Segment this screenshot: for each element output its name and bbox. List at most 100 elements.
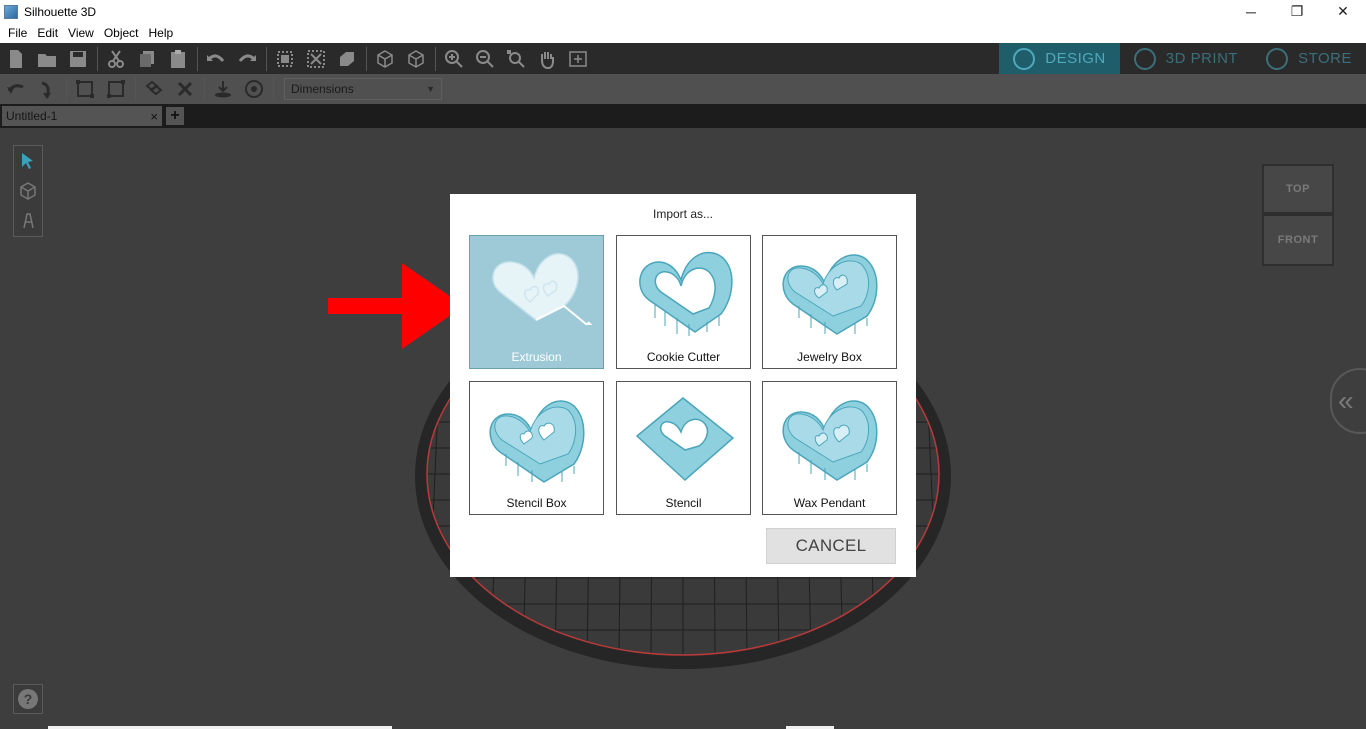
window-title: Silhouette 3D [24,4,97,19]
app-logo-icon [4,4,18,19]
store-icon [1266,47,1289,70]
tab-design[interactable]: DESIGN [999,43,1120,74]
menu-bar: File Edit View Object Help [0,23,1366,43]
stencil-box-preview-icon [489,400,585,483]
cube-outline-icon[interactable] [373,48,397,70]
option-stencil-label: Stencil [665,496,702,510]
drop-to-floor-icon[interactable] [211,78,235,100]
menu-help[interactable]: Help [144,26,179,40]
option-stencil-box-label: Stencil Box [506,496,567,510]
toolbar-divider [135,77,136,101]
pan-hand-icon[interactable] [535,48,559,70]
option-wax-pendant-label: Wax Pendant [793,496,866,510]
toolbar-divider [97,46,98,71]
group-icon[interactable] [273,48,297,70]
tab-store-label: STORE [1298,50,1352,67]
menu-file[interactable]: File [3,26,32,40]
close-tab-icon[interactable]: × [150,109,158,124]
print-icon [1133,47,1156,70]
help-button[interactable]: ? [13,684,43,714]
copy-icon[interactable] [135,48,159,70]
doc-tab-label: Untitled-1 [6,109,58,123]
left-tool-panel [13,145,43,237]
paste-icon[interactable] [166,48,190,70]
menu-edit[interactable]: Edit [32,26,63,40]
ungroup-icon[interactable] [304,48,328,70]
grid-line [953,293,971,655]
menu-view[interactable]: View [63,26,99,40]
zoom-fit-icon[interactable] [504,48,528,70]
toolbar-divider [366,46,367,71]
document-tab-strip: Untitled-1 × + [0,104,1366,128]
chevron-down-icon: ▼ [426,84,435,94]
help-icon: ? [18,689,38,709]
dimensions-label: Dimensions [291,82,354,96]
red-arrow-annotation [328,263,464,349]
cancel-button[interactable]: CANCEL [766,528,896,564]
tab-3d-print[interactable]: 3D PRINT [1120,43,1252,74]
center-icon[interactable] [242,78,266,100]
extrusion-preview-icon [492,253,593,325]
dialog-title: Import as... [652,207,714,221]
fit-page-icon[interactable] [566,48,590,70]
undo-icon[interactable] [204,48,228,70]
save-icon[interactable] [66,48,90,70]
toolbar-divider [273,77,274,101]
toolbar-divider [204,77,205,101]
option-extrusion[interactable]: Extrusion [469,235,604,369]
new-file-icon[interactable] [4,48,28,70]
view-cube-top[interactable]: TOP [1262,164,1334,214]
grid-line [983,293,1003,655]
rotate-left-icon[interactable] [4,78,28,100]
toolbar-divider [435,46,436,71]
option-cookie-cutter[interactable]: Cookie Cutter [616,235,751,369]
toolbar-divider [266,46,267,71]
view-cube[interactable]: TOP FRONT [1260,164,1336,268]
menu-object[interactable]: Object [99,26,144,40]
tab-untitled-1[interactable]: Untitled-1 × [2,106,162,126]
view-cube-front[interactable]: FRONT [1262,214,1334,266]
mode-tabs: DESIGN 3D PRINT STORE [999,43,1366,74]
scale-icon[interactable] [73,78,97,100]
import-as-dialog: Import as... Extrusion Cookie Cutter Jew… [450,194,916,577]
option-wax-pendant[interactable]: Wax Pendant [762,381,897,515]
option-jewelry-box[interactable]: Jewelry Box [762,235,897,369]
restore-button[interactable]: ❐ [1274,0,1320,23]
resize-icon[interactable] [104,78,128,100]
zoom-in-icon[interactable] [442,48,466,70]
title-bar: Silhouette 3D ─ ❐ ✕ [0,0,1366,23]
secondary-toolbar: Dimensions ▼ [0,74,1366,104]
main-toolbar: DESIGN 3D PRINT STORE [0,43,1366,74]
option-extrusion-label: Extrusion [511,350,562,364]
dimensions-dropdown[interactable]: Dimensions ▼ [284,78,442,100]
option-stencil[interactable]: Stencil [616,381,751,515]
tab-design-label: DESIGN [1045,50,1106,67]
window-controls: ─ ❐ ✕ [1228,0,1366,23]
minimize-button[interactable]: ─ [1228,0,1274,23]
cube-solid-icon[interactable] [404,48,428,70]
jewelry-box-preview-icon [782,254,878,335]
design-globe-icon [1013,47,1036,70]
duplicate-icon[interactable] [142,78,166,100]
text-tool-icon[interactable] [17,210,39,232]
extrude-icon[interactable] [335,48,359,70]
delete-icon[interactable] [173,78,197,100]
tab-store[interactable]: STORE [1252,43,1366,74]
cube-tool-icon[interactable] [17,180,39,202]
toolbar-divider [197,46,198,71]
option-jewelry-box-label: Jewelry Box [797,350,862,364]
add-tab-button[interactable]: + [166,107,184,125]
cut-icon[interactable] [104,48,128,70]
redo-icon[interactable] [235,48,259,70]
option-stencil-box[interactable]: Stencil Box [469,381,604,515]
close-window-button[interactable]: ✕ [1320,0,1366,23]
tab-3d-print-label: 3D PRINT [1165,50,1239,67]
zoom-out-icon[interactable] [473,48,497,70]
rotate-right-icon[interactable] [35,78,59,100]
double-chevron-left-icon: « [1338,385,1354,416]
option-cookie-cutter-label: Cookie Cutter [646,350,721,364]
wax-pendant-preview-icon [782,400,878,481]
select-arrow-icon[interactable] [17,150,39,172]
cookie-cutter-preview-icon [639,251,733,336]
open-folder-icon[interactable] [35,48,59,70]
